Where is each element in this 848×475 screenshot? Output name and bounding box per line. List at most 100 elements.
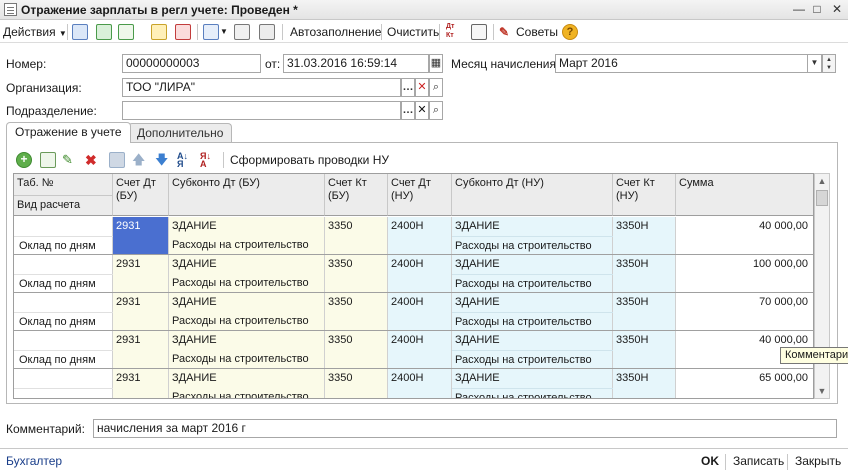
acc-kt-bu-cell[interactable]: 3350 [325,369,388,387]
go-to-dropdown-icon[interactable]: ▼ [220,24,228,40]
help-icon[interactable]: ? [562,24,578,40]
acc-kt-bu-cell[interactable]: 3350 [325,255,388,273]
calc-type-cell[interactable]: Оклад по дням [14,274,113,292]
subconto-bu-expense-cell[interactable]: Расходы на строительство [169,274,325,292]
edit-row-icon[interactable]: ✎ [62,152,78,168]
subconto-nu-object-cell[interactable]: ЗДАНИЕ [452,369,613,387]
tab-additional[interactable]: Дополнительно [128,123,233,142]
sort-ascending-icon[interactable]: A↓ Я [177,152,193,169]
tab-reflection[interactable]: Отражение в учете [6,122,131,143]
comment-field[interactable]: начисления за март 2016 г [93,419,837,438]
acc-dt-bu-cell[interactable]: 2931 [113,217,169,235]
sort-descending-icon[interactable]: Я↓ A [200,152,216,169]
ok-button[interactable]: OK [701,454,719,468]
save-button[interactable]: Записать [733,454,784,468]
acc-kt-nu-cell[interactable]: 3350Н [613,293,676,311]
number-field[interactable]: 00000000003 [122,54,261,73]
acc-dt-nu-cell[interactable]: 2400Н [388,331,452,349]
tab-no-cell[interactable] [14,331,113,349]
close-button[interactable]: Закрыть [795,454,841,468]
move-down-icon[interactable]: 🡇 [155,152,171,168]
table-row[interactable]: Оклад по дням 2931 ЗДАНИЕ Расходы на строит… [14,331,813,369]
column-header-tab-no[interactable]: Таб. № Вид расчета [14,174,113,216]
subconto-nu-object-cell[interactable]: ЗДАНИЕ [452,293,613,311]
unpost-document-icon[interactable] [175,24,191,40]
calc-type-cell[interactable] [14,388,113,398]
clear-department-icon[interactable]: ✕ [415,101,429,120]
acc-kt-bu-cell[interactable]: 3350 [325,217,388,235]
scroll-down-icon[interactable]: ▼ [815,384,829,398]
scroll-up-icon[interactable]: ▲ [815,174,829,188]
subconto-bu-object-cell[interactable]: ЗДАНИЕ [169,217,325,235]
column-header-acc-dt-nu[interactable]: Счет Дт (НУ) [388,174,452,216]
list-icon[interactable] [234,24,250,40]
calendar-icon[interactable]: ▦ [429,54,443,73]
entries-table[interactable]: Таб. № Вид расчета Счет Дт (БУ) Субконто… [13,173,814,399]
subconto-bu-object-cell[interactable]: ЗДАНИЕ [169,331,325,349]
subconto-nu-object-cell[interactable]: ЗДАНИЕ [452,331,613,349]
acc-kt-bu-cell[interactable]: 3350 [325,331,388,349]
clear-button[interactable]: Очистить [387,24,439,40]
structure-icon[interactable] [259,24,275,40]
dt-kt-icon[interactable]: Дт Кт [446,22,454,39]
date-field[interactable]: 31.03.2016 16:59:14 [283,54,429,73]
select-department-icon[interactable]: … [401,101,415,120]
acc-dt-nu-cell[interactable]: 2400Н [388,255,452,273]
column-header-acc-dt-bu[interactable]: Счет Дт (БУ) [113,174,169,216]
autofill-button[interactable]: Автозаполнение [290,24,381,40]
clear-organization-icon[interactable]: ✕ [415,78,429,97]
copy-row-icon[interactable] [40,152,56,168]
add-row-icon[interactable]: + [16,152,32,168]
column-header-acc-kt-bu[interactable]: Счет Кт (БУ) [325,174,388,216]
organization-field[interactable]: ТОО "ЛИРА" [122,78,401,97]
generate-nu-entries-button[interactable]: Сформировать проводки НУ [230,152,389,168]
subconto-bu-expense-cell[interactable]: Расходы на строительство [169,388,325,398]
end-edit-icon[interactable] [109,152,125,168]
calc-type-cell[interactable]: Оклад по дням [14,236,113,254]
sum-cell[interactable]: 65 000,00 [676,369,812,387]
acc-dt-bu-cell[interactable]: 2931 [113,293,169,311]
column-header-subconto-dt-nu[interactable]: Субконто Дт (НУ) [452,174,613,216]
month-spinner[interactable]: ▲ ▼ [822,54,836,73]
acc-kt-bu-cell[interactable]: 3350 [325,293,388,311]
tab-no-cell[interactable] [14,293,113,311]
tab-no-cell[interactable] [14,217,113,235]
subconto-bu-object-cell[interactable]: ЗДАНИЕ [169,255,325,273]
acc-kt-nu-cell[interactable]: 3350Н [613,217,676,235]
table-scrollbar[interactable]: ▲ ▼ [814,173,830,399]
minimize-button[interactable]: — [791,2,807,17]
copy-icon[interactable] [118,24,134,40]
month-field[interactable]: Март 2016 [555,54,808,73]
subconto-bu-expense-cell[interactable]: Расходы на строительство [169,350,325,368]
acc-dt-nu-cell[interactable]: 2400Н [388,369,452,387]
open-organization-icon[interactable]: ⌕ [429,78,443,97]
table-row[interactable]: Оклад по дням 2931 ЗДАНИЕ Расходы на строит… [14,255,813,293]
scroll-thumb[interactable] [816,190,828,206]
table-row[interactable]: Оклад по дням 2931 ЗДАНИЕ Расходы на строит… [14,217,813,255]
subconto-nu-expense-cell[interactable]: Расходы на строительство [452,274,613,292]
acc-dt-bu-cell[interactable]: 2931 [113,255,169,273]
acc-dt-nu-cell[interactable]: 2400Н [388,293,452,311]
subconto-nu-object-cell[interactable]: ЗДАНИЕ [452,217,613,235]
subconto-bu-object-cell[interactable]: ЗДАНИЕ [169,293,325,311]
close-window-button[interactable]: ✕ [829,2,845,17]
accountant-link[interactable]: Бухгалтер [6,454,62,468]
report-icon[interactable] [471,24,487,40]
select-organization-icon[interactable]: … [401,78,415,97]
column-header-acc-kt-nu[interactable]: Счет Кт (НУ) [613,174,676,216]
column-header-calc-type[interactable]: Вид расчета [14,195,112,212]
sum-cell[interactable]: 70 000,00 [676,293,812,311]
subconto-bu-object-cell[interactable]: ЗДАНИЕ [169,369,325,387]
acc-kt-nu-cell[interactable]: 3350Н [613,369,676,387]
calc-type-cell[interactable]: Оклад по дням [14,312,113,330]
calc-type-cell[interactable]: Оклад по дням [14,350,113,368]
go-to-icon[interactable] [203,24,219,40]
sum-cell[interactable]: 100 000,00 [676,255,812,273]
open-department-icon[interactable]: ⌕ [429,101,443,120]
post-document-icon[interactable] [151,24,167,40]
column-header-sum[interactable]: Сумма [676,174,813,216]
tab-no-cell[interactable] [14,369,113,387]
subconto-nu-expense-cell[interactable]: Расходы на строительство [452,388,613,398]
table-row[interactable]: 2931 ЗДАНИЕ Расходы на строительство 3350 24… [14,369,813,398]
delete-row-icon[interactable]: ✖ [85,152,101,168]
